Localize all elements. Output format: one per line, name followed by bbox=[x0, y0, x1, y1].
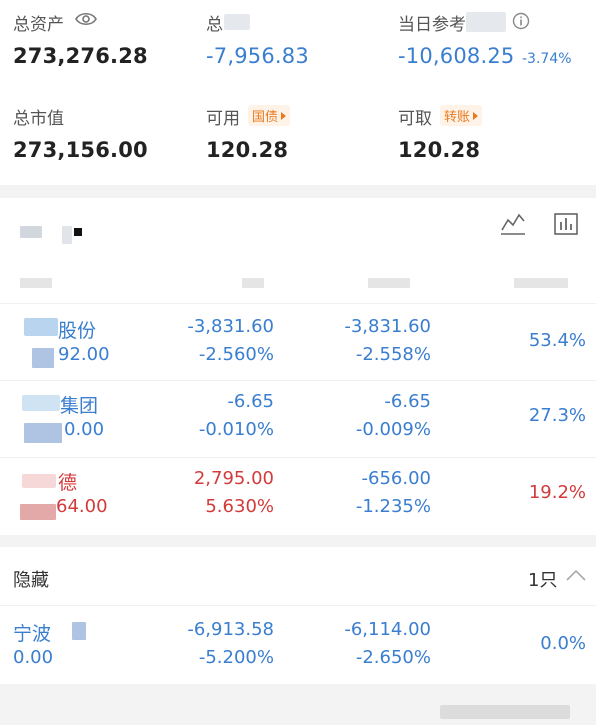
chevron-up-icon[interactable] bbox=[565, 567, 587, 587]
stock-price: 0.00 bbox=[13, 647, 54, 668]
redacted-block bbox=[24, 423, 62, 443]
triangle-right-icon bbox=[473, 112, 479, 120]
stock-name: 集团 bbox=[60, 395, 99, 417]
transfer-button[interactable]: 转账 bbox=[440, 105, 483, 126]
redacted-footer bbox=[440, 705, 570, 719]
daily-pl: -656.00 bbox=[361, 468, 431, 489]
position-weight: 27.3% bbox=[528, 405, 586, 426]
bar-chart-icon[interactable] bbox=[553, 212, 579, 240]
daily-pl: -6,114.00 bbox=[344, 619, 431, 640]
hidden-holding-row[interactable]: 宁波 0.00 -6,913.58 -5.200% -6,114.00 -2.6… bbox=[0, 606, 596, 684]
available-value: 120.28 bbox=[206, 138, 289, 162]
holdings-card: 股份 92.00 -3,831.60 -2.560% -3,831.60 -2.… bbox=[0, 198, 596, 535]
daily-pct: -0.009% bbox=[355, 419, 431, 440]
hidden-header[interactable]: 隐藏 1只 bbox=[0, 547, 596, 605]
stock-price: 64.00 bbox=[56, 496, 108, 517]
position-weight: 19.2% bbox=[528, 482, 586, 503]
redacted-title bbox=[74, 228, 82, 236]
bond-tag-label: 国债 bbox=[252, 110, 279, 125]
pl-value: -6,913.58 bbox=[187, 619, 274, 640]
holding-row[interactable]: 德 64.00 2,795.00 5.630% -656.00 -1.235% … bbox=[0, 458, 596, 534]
daily-pct: -2.558% bbox=[355, 344, 431, 365]
hidden-section: 隐藏 1只 宁波 0.00 -6,913.58 -5.200% -6,114.0… bbox=[0, 547, 596, 684]
account-summary: 总资产 273,276.28 总 -7,956.83 当日参考 -10,608.… bbox=[0, 0, 596, 185]
daily-pl-label: 当日参考 bbox=[398, 15, 466, 35]
redacted-block bbox=[20, 504, 56, 520]
redacted-title bbox=[20, 226, 42, 238]
stock-name: 股份 bbox=[58, 320, 97, 342]
redacted-block bbox=[22, 474, 56, 488]
total-pl-label: 总 bbox=[206, 15, 223, 35]
stock-price: 92.00 bbox=[58, 344, 110, 365]
hidden-count: 1只 bbox=[528, 570, 558, 591]
pl-value: 2,795.00 bbox=[193, 468, 274, 489]
redacted-block bbox=[22, 395, 60, 411]
total-pl-value: -7,956.83 bbox=[206, 44, 309, 68]
line-chart-icon[interactable] bbox=[500, 212, 526, 240]
pl-pct: -0.010% bbox=[198, 419, 274, 440]
position-weight: 53.4% bbox=[528, 330, 586, 351]
pl-pct: 5.630% bbox=[205, 496, 274, 517]
available-label: 可用 bbox=[206, 109, 240, 129]
holding-row[interactable]: 股份 92.00 -3,831.60 -2.560% -3,831.60 -2.… bbox=[0, 304, 596, 380]
daily-pct: -2.650% bbox=[355, 647, 431, 668]
column-header bbox=[514, 278, 568, 288]
redacted-title bbox=[62, 226, 72, 244]
triangle-right-icon bbox=[281, 112, 287, 120]
redacted-block bbox=[24, 318, 58, 336]
column-header bbox=[242, 278, 264, 288]
withdrawable-value: 120.28 bbox=[398, 138, 481, 162]
redacted-block bbox=[32, 348, 54, 368]
withdrawable-label: 可取 bbox=[398, 109, 432, 129]
eye-icon[interactable] bbox=[74, 10, 98, 32]
daily-pl-pct: -3.74% bbox=[522, 51, 572, 67]
column-header bbox=[20, 278, 52, 288]
daily-pl-value: -10,608.25 bbox=[398, 44, 515, 68]
redacted-block bbox=[466, 12, 506, 32]
total-assets-value: 273,276.28 bbox=[13, 44, 148, 68]
pl-value: -6.65 bbox=[227, 391, 274, 412]
stock-price: 0.00 bbox=[64, 419, 105, 440]
column-header bbox=[368, 278, 410, 288]
pl-pct: -2.560% bbox=[198, 344, 274, 365]
pl-value: -3,831.60 bbox=[187, 316, 274, 337]
info-icon[interactable] bbox=[512, 12, 530, 34]
redacted-block bbox=[224, 14, 250, 30]
daily-pl: -6.65 bbox=[384, 391, 431, 412]
market-value-label: 总市值 bbox=[13, 109, 64, 129]
market-value-value: 273,156.00 bbox=[13, 138, 148, 162]
transfer-tag-label: 转账 bbox=[444, 110, 471, 125]
position-weight: 0.0% bbox=[540, 633, 586, 654]
stock-name: 宁波 bbox=[13, 623, 52, 645]
daily-pl: -3,831.60 bbox=[344, 316, 431, 337]
pl-pct: -5.200% bbox=[198, 647, 274, 668]
hidden-label: 隐藏 bbox=[13, 570, 49, 591]
bond-button[interactable]: 国债 bbox=[248, 105, 291, 126]
total-assets-label: 总资产 bbox=[13, 15, 64, 35]
holding-row[interactable]: 集团 0.00 -6.65 -0.010% -6.65 -0.009% 27.3… bbox=[0, 381, 596, 457]
daily-pct: -1.235% bbox=[355, 496, 431, 517]
stock-name: 德 bbox=[58, 472, 78, 494]
redacted-block bbox=[72, 622, 86, 640]
